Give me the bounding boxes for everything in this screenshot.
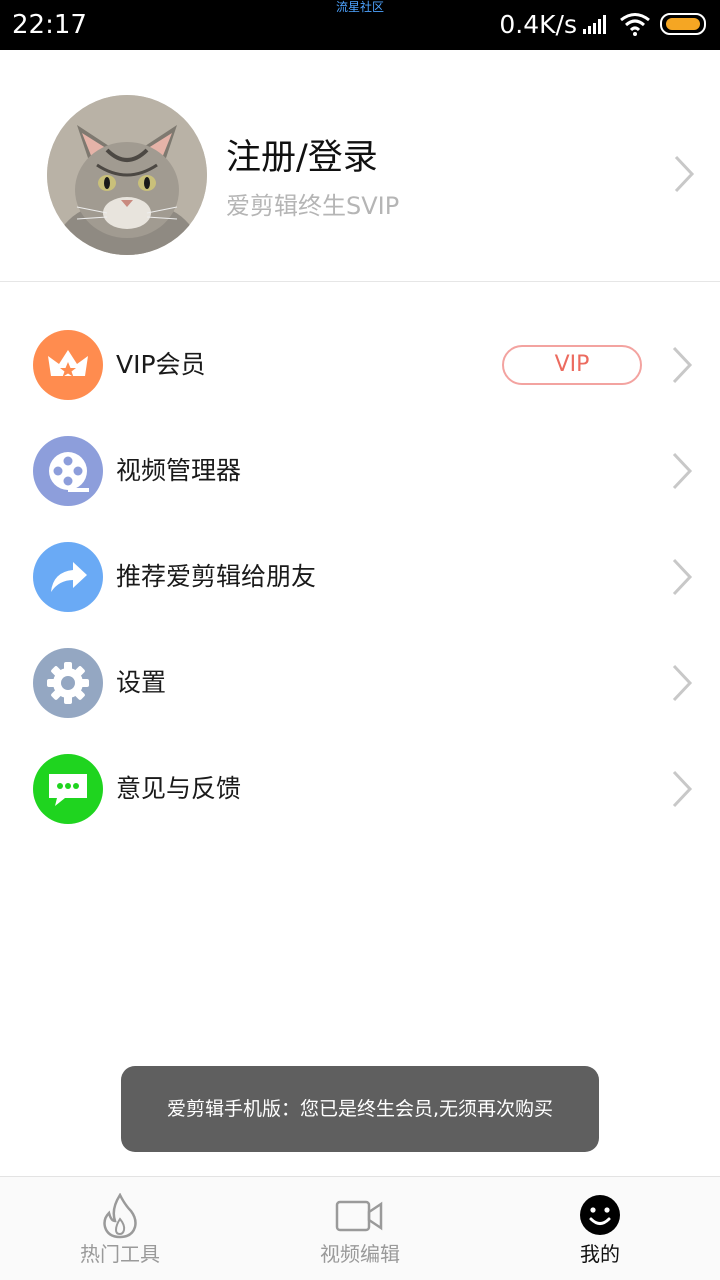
chevron-right-icon [672, 346, 693, 384]
flame-icon [103, 1193, 137, 1239]
avatar[interactable] [47, 95, 207, 255]
menu-item-feedback[interactable]: 意见与反馈 [0, 736, 720, 842]
menu-label-video-manager: 视频管理器 [116, 456, 242, 485]
crown-icon [33, 330, 103, 400]
chevron-right-icon [672, 770, 693, 808]
film-reel-icon [33, 436, 103, 506]
menu-item-share[interactable]: 推荐爱剪辑给朋友 [0, 524, 720, 630]
menu-label-share: 推荐爱剪辑给朋友 [116, 562, 317, 591]
tab-label-mine: 我的 [580, 1242, 620, 1266]
menu-label-vip: VIP会员 [116, 350, 206, 379]
profile-header[interactable]: 注册/登录 爱剪辑终生SVIP [0, 50, 720, 282]
smiley-face-icon [580, 1195, 620, 1235]
battery-icon [660, 13, 706, 35]
chat-bubble-icon [33, 754, 103, 824]
status-center-text: 流星社区 [335, 0, 384, 14]
menu-item-settings[interactable]: 设置 [0, 630, 720, 736]
chevron-right-icon [672, 452, 693, 490]
chevron-right-icon [672, 558, 693, 596]
tab-mine[interactable]: 我的 [480, 1177, 720, 1280]
network-speed: 0.4K/s [499, 10, 577, 39]
status-bar: 22:17 流星社区 0.4K/s [0, 0, 720, 50]
wifi-icon [620, 13, 650, 36]
tab-video-edit[interactable]: 视频编辑 [240, 1177, 480, 1280]
profile-title[interactable]: 注册/登录 [226, 136, 378, 180]
profile-subtitle: 爱剪辑终生SVIP [226, 192, 400, 220]
gear-icon [33, 648, 103, 718]
tab-label-hot-tools: 热门工具 [80, 1242, 160, 1266]
menu-label-settings: 设置 [116, 668, 167, 697]
signal-icon [583, 15, 606, 34]
bottom-nav: 热门工具 视频编辑 我的 [0, 1176, 720, 1280]
chevron-right-icon [674, 155, 695, 193]
menu-item-vip[interactable]: VIP会员 VIP [0, 312, 720, 418]
vip-badge[interactable]: VIP [502, 345, 642, 385]
share-arrow-icon [33, 542, 103, 612]
cat-avatar-image [47, 95, 207, 255]
chevron-right-icon [672, 664, 693, 702]
tab-hot-tools[interactable]: 热门工具 [0, 1177, 240, 1280]
tab-label-video-edit: 视频编辑 [320, 1242, 400, 1266]
menu-item-video-manager[interactable]: 视频管理器 [0, 418, 720, 524]
menu-label-feedback: 意见与反馈 [116, 774, 242, 803]
toast-message: 爱剪辑手机版：您已是终生会员,无须再次购买 [121, 1066, 599, 1152]
video-camera-icon [335, 1200, 383, 1232]
